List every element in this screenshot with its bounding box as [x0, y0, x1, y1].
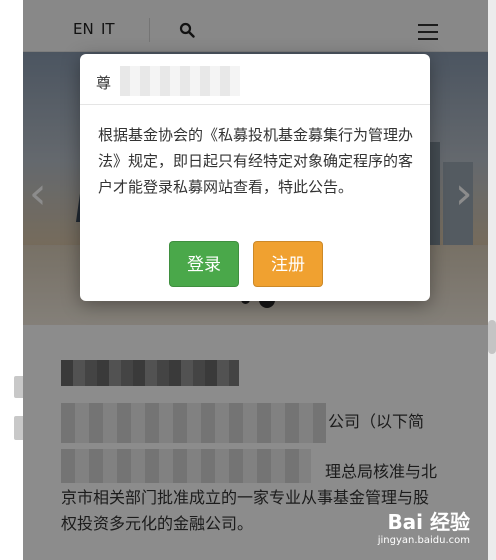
watermark-url: jingyan.baidu.com	[377, 535, 470, 546]
modal-header: 尊	[80, 54, 430, 105]
baidu-watermark: Bai 经验 jingyan.baidu.com	[378, 506, 470, 546]
modal-title: 尊	[96, 74, 112, 92]
left-gutter	[0, 0, 30, 560]
watermark-logo: Bai 经验	[387, 510, 470, 534]
register-button[interactable]: 注册	[253, 241, 323, 287]
modal-body-text: 根据基金协会的《私募投机基金募集行为管理办法》规定，即日起只有经特定对象确定程序…	[98, 126, 414, 196]
scrollbar-thumb[interactable]	[488, 320, 496, 354]
notice-modal: 尊 根据基金协会的《私募投机基金募集行为管理办法》规定，即日起只有经特定对象确定…	[80, 54, 430, 301]
scrollbar[interactable]	[488, 0, 496, 560]
login-button[interactable]: 登录	[169, 241, 239, 287]
blurred-title	[120, 66, 240, 96]
